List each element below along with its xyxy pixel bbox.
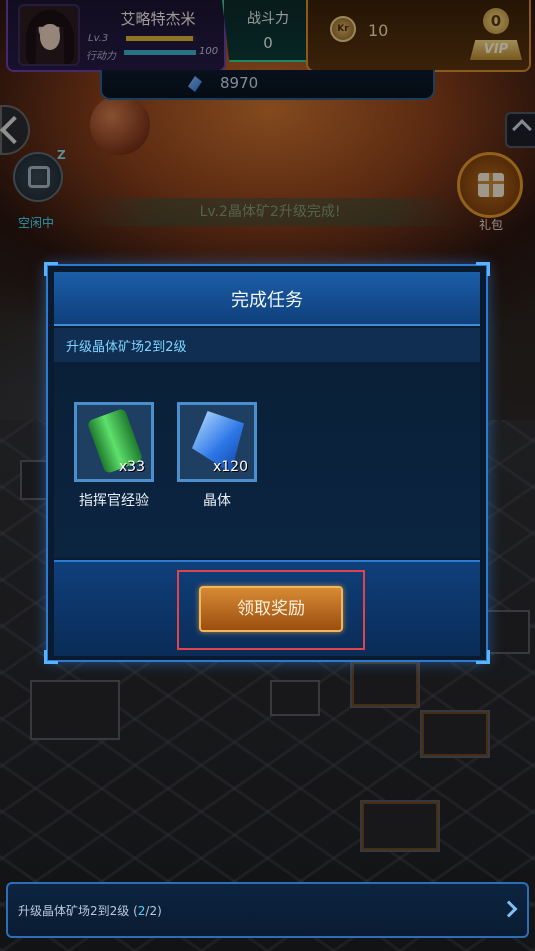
quest-text: 升级晶体矿场2到2级 (2/2)	[18, 902, 162, 919]
reward-item[interactable]: x33 指挥官经验	[74, 402, 154, 510]
quest-progress-open: (	[129, 904, 138, 918]
reward-list: x33 指挥官经验 x120 晶体	[54, 362, 480, 558]
reward-label: 晶体	[203, 493, 231, 509]
quest-progress-rest: /2)	[145, 904, 162, 918]
reward-box[interactable]: x120	[177, 402, 257, 482]
dialog-footer: 领取奖励	[54, 560, 480, 656]
reward-count: x120	[212, 459, 248, 475]
reward-label: 指挥官经验	[79, 493, 149, 509]
claim-reward-button[interactable]: 领取奖励	[199, 586, 343, 632]
reward-item[interactable]: x120 晶体	[177, 402, 257, 510]
claim-highlight: 领取奖励	[177, 570, 365, 650]
task-complete-dialog: 完成任务 升级晶体矿场2到2级 x33 指挥官经验 x120 晶体 领取奖励	[44, 262, 490, 664]
dialog-title: 完成任务	[231, 290, 303, 311]
task-row: 升级晶体矿场2到2级	[54, 328, 480, 362]
task-name: 升级晶体矿场2到2级	[66, 340, 187, 355]
chevron-right-icon[interactable]	[500, 900, 518, 918]
quest-tracker-bar[interactable]: 升级晶体矿场2到2级 (2/2)	[6, 882, 529, 938]
reward-count: x33	[118, 459, 145, 475]
quest-name: 升级晶体矿场2到2级	[18, 904, 130, 918]
quest-progress: (2/2)	[129, 904, 162, 918]
dialog-header: 完成任务	[54, 272, 480, 326]
reward-box[interactable]: x33	[74, 402, 154, 482]
